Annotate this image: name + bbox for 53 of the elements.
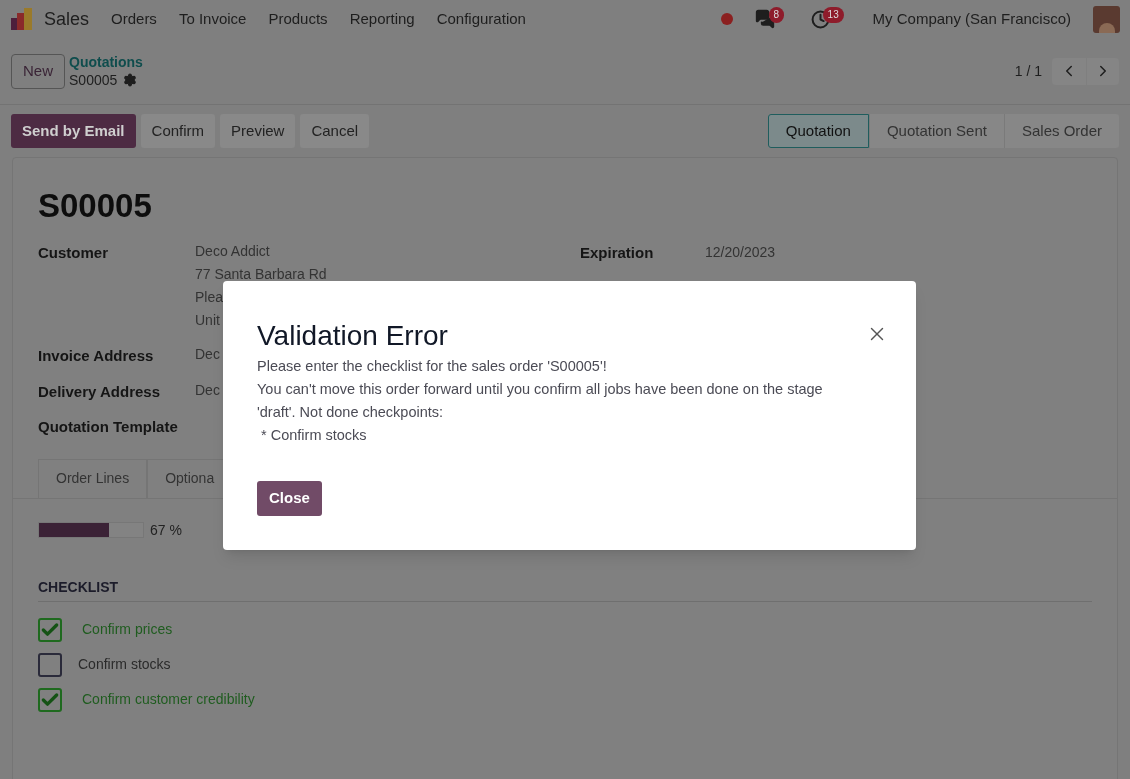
breadcrumb-link[interactable]: Quotations xyxy=(69,53,143,71)
close-button[interactable]: Close xyxy=(257,481,322,516)
status-stage[interactable]: Quotation xyxy=(767,114,869,148)
checklist-item-label: Confirm customer credibility xyxy=(82,690,255,709)
app-name[interactable]: Sales xyxy=(44,5,90,33)
avatar-placeholder[interactable] xyxy=(1093,5,1120,33)
dialog-title: Validation Error xyxy=(257,319,448,353)
checklist-item-label: Confirm stocks xyxy=(78,655,171,674)
previous-button[interactable] xyxy=(1052,57,1086,85)
menu-item[interactable]: Configuration xyxy=(436,7,526,31)
status-stage[interactable]: Quotation Sent xyxy=(868,114,1004,148)
notification-badge: 13 xyxy=(822,7,844,23)
field-value: Deco Addict xyxy=(195,242,271,261)
status-stage[interactable]: Sales Order xyxy=(1003,114,1119,148)
menu-item[interactable]: Orders xyxy=(111,7,157,31)
dialog-message: Please enter the checklist for the sales order 'S00005'! xyxy=(257,357,608,376)
pager-text: 1 / 1 xyxy=(1014,61,1042,81)
clock-icon[interactable] xyxy=(810,9,830,29)
field-value: Dec xyxy=(195,380,220,400)
record-name: S00005 xyxy=(69,71,118,89)
action-button[interactable]: Confirm xyxy=(140,114,216,148)
dialog-message: * Confirm stocks xyxy=(260,426,368,445)
field-value: Dec xyxy=(195,345,220,364)
app-logo-icon[interactable] xyxy=(10,7,34,31)
checkbox[interactable] xyxy=(38,652,62,677)
form-tab[interactable]: Order Lines xyxy=(38,458,148,498)
action-button[interactable]: Preview xyxy=(220,114,296,148)
menu-item[interactable]: Reporting xyxy=(349,7,415,31)
field-label: Delivery Address xyxy=(38,381,161,402)
checklist-item-label: Confirm prices xyxy=(82,620,173,639)
field-value: 12/20/2023 xyxy=(705,243,776,262)
chat-icon[interactable] xyxy=(754,9,775,29)
field-label: Customer xyxy=(38,243,109,263)
menu-item[interactable]: Products xyxy=(268,7,328,31)
action-button[interactable]: Cancel xyxy=(300,114,370,148)
field-label: Invoice Address xyxy=(38,346,155,366)
checkbox[interactable] xyxy=(38,617,62,642)
field-value: 77 Santa Barbara Rd xyxy=(195,265,327,284)
progress-label: 67 % xyxy=(150,520,182,540)
checkbox[interactable] xyxy=(38,687,62,712)
field-value: Plea xyxy=(195,288,225,307)
checklist-heading: CHECKLIST xyxy=(38,576,1092,602)
dialog-message: You can't move this order forward until you confirm all jobs have been done on the stage 'draft'. Not done checkpoints: xyxy=(257,380,824,422)
field-label: Expiration xyxy=(580,243,655,263)
next-button[interactable] xyxy=(1087,57,1119,85)
settings-icon[interactable] xyxy=(123,73,138,87)
action-button[interactable]: Send by Email xyxy=(11,114,136,148)
field-label: Quotation Template xyxy=(38,417,179,437)
new-button[interactable]: New xyxy=(11,53,65,89)
menu-item[interactable]: To Invoice xyxy=(178,7,247,31)
field-value: Unit xyxy=(195,311,221,330)
company-name[interactable]: My Company (San Francisco) xyxy=(872,7,1071,31)
record-title: S00005 xyxy=(38,186,153,226)
